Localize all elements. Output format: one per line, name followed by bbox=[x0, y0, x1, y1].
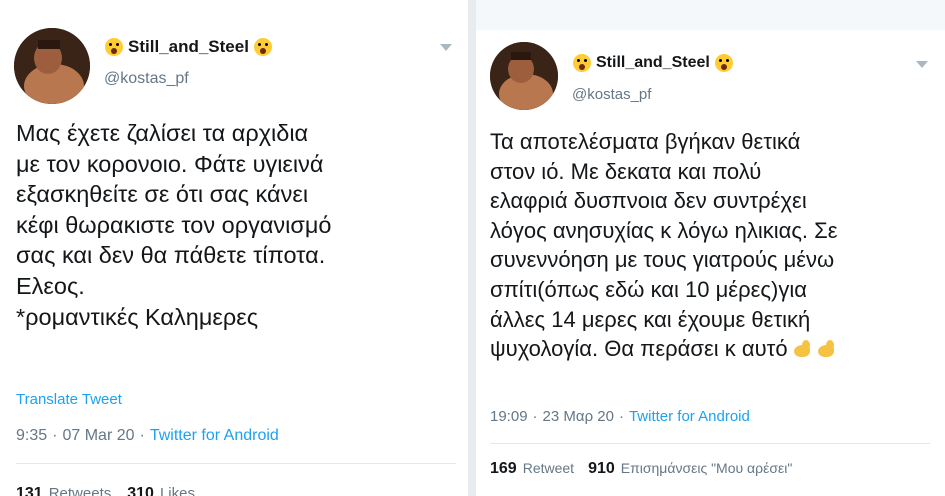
meta-separator: · bbox=[52, 427, 58, 444]
flexed-biceps-emoji-icon bbox=[816, 339, 836, 359]
avatar[interactable] bbox=[490, 42, 558, 110]
tweet-date[interactable]: 07 Mar 20 bbox=[62, 427, 134, 445]
likes-label[interactable]: Likes bbox=[160, 485, 195, 496]
flexed-biceps-emoji-icon bbox=[792, 339, 812, 359]
screaming-face-emoji-icon bbox=[105, 38, 123, 56]
panel-divider bbox=[468, 0, 476, 496]
display-name-row[interactable]: Still_and_Steel bbox=[568, 54, 738, 72]
tweet-source-link[interactable]: Twitter for Android bbox=[629, 408, 750, 425]
tweet-date[interactable]: 23 Μαρ 20 bbox=[543, 408, 614, 425]
avatar-photo bbox=[490, 42, 558, 110]
likes-label[interactable]: Επισημάνσεις "Μου αρέσει" bbox=[621, 460, 793, 476]
tweet-time: 9:35 bbox=[16, 427, 48, 444]
meta-separator: · bbox=[139, 427, 145, 444]
tweet-meta: 19:09 · 23 Μαρ 20 · Twitter for Android bbox=[490, 408, 750, 425]
retweets-count[interactable]: 131 bbox=[16, 485, 43, 496]
user-handle[interactable]: @kostas_pf bbox=[104, 70, 189, 88]
retweets-label[interactable]: Retweet bbox=[523, 460, 574, 476]
tweet-meta: 9:35 · 07 Mar 20 · Twitter for Android bbox=[16, 427, 279, 445]
screaming-face-emoji-icon bbox=[573, 54, 591, 72]
display-name-row[interactable]: Still_and_Steel bbox=[100, 37, 277, 57]
tweet-time: 19:09 bbox=[490, 408, 528, 425]
retweets-label[interactable]: Retweets bbox=[49, 485, 112, 496]
meta-separator: · bbox=[618, 408, 624, 425]
chevron-down-icon[interactable] bbox=[440, 44, 452, 51]
translate-tweet-link[interactable]: Translate Tweet bbox=[16, 391, 122, 408]
retweets-count[interactable]: 169 bbox=[490, 460, 517, 478]
user-handle[interactable]: @kostas_pf bbox=[572, 86, 651, 103]
divider bbox=[16, 463, 456, 464]
screaming-face-emoji-icon bbox=[714, 54, 733, 72]
tweet-stats: 169 Retweet 910 Επισημάνσεις "Μου αρέσει… bbox=[490, 460, 792, 478]
divider bbox=[490, 443, 930, 444]
tweet-right: Still_and_Steel @kostas_pf Τα αποτελέσμα… bbox=[476, 30, 945, 496]
likes-count[interactable]: 310 bbox=[127, 485, 154, 496]
avatar-photo bbox=[14, 28, 90, 104]
screaming-face-emoji-icon bbox=[253, 38, 272, 56]
right-top-gutter bbox=[476, 0, 945, 30]
tweet-source-link[interactable]: Twitter for Android bbox=[150, 427, 279, 445]
tweet-text-content: Τα αποτελέσματα βγήκαν θετικά στον ιό. Μ… bbox=[490, 129, 838, 362]
display-name[interactable]: Still_and_Steel bbox=[128, 37, 249, 57]
tweet-left: Still_and_Steel @kostas_pf Μας έχετε ζαλ… bbox=[0, 0, 468, 496]
display-name[interactable]: Still_and_Steel bbox=[596, 54, 710, 72]
tweet-stats: 131 Retweets 310 Likes bbox=[16, 485, 195, 496]
likes-count[interactable]: 910 bbox=[588, 460, 615, 478]
chevron-down-icon[interactable] bbox=[916, 61, 928, 68]
avatar[interactable] bbox=[14, 28, 90, 104]
meta-separator: · bbox=[532, 408, 538, 425]
tweet-text: Τα αποτελέσματα βγήκαν θετικά στον ιό. Μ… bbox=[490, 127, 940, 364]
tweet-text: Μας έχετε ζαλίσει τα αρχιδια με τον κορο… bbox=[16, 120, 332, 330]
